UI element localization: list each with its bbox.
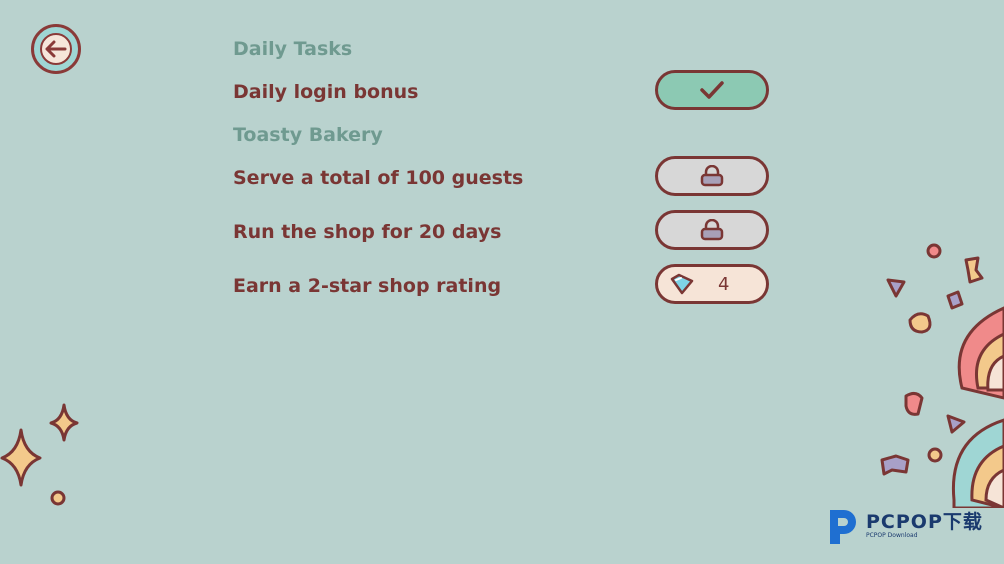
task-label-run-shop: Run the shop for 20 days (233, 221, 502, 243)
back-arrow-icon (40, 33, 72, 65)
lock-icon (700, 165, 724, 187)
task-status-locked-button[interactable] (655, 210, 769, 250)
task-status-completed-button[interactable] (655, 70, 769, 110)
back-button[interactable] (31, 24, 81, 74)
section-title-bakery: Toasty Bakery (233, 124, 383, 146)
rainbow-decoration (880, 243, 1004, 508)
sparkle-decoration (0, 403, 79, 506)
checkmark-icon (700, 81, 724, 99)
section-title-daily: Daily Tasks (233, 38, 353, 60)
watermark-subtext: PCPOP Download (866, 532, 918, 539)
task-label-daily-login: Daily login bonus (233, 81, 419, 103)
task-status-locked-button[interactable] (655, 156, 769, 196)
gem-icon (670, 273, 694, 295)
task-label-shop-rating: Earn a 2-star shop rating (233, 275, 502, 297)
reward-count: 4 (718, 273, 730, 295)
task-reward-button[interactable]: 4 (655, 264, 769, 304)
watermark: PCPOP下载 PCPOP Download (826, 506, 983, 546)
lock-icon (700, 219, 724, 241)
watermark-text: PCPOP下载 (866, 511, 983, 533)
pcpop-logo-icon (830, 510, 856, 544)
task-label-serve-guests: Serve a total of 100 guests (233, 167, 524, 189)
